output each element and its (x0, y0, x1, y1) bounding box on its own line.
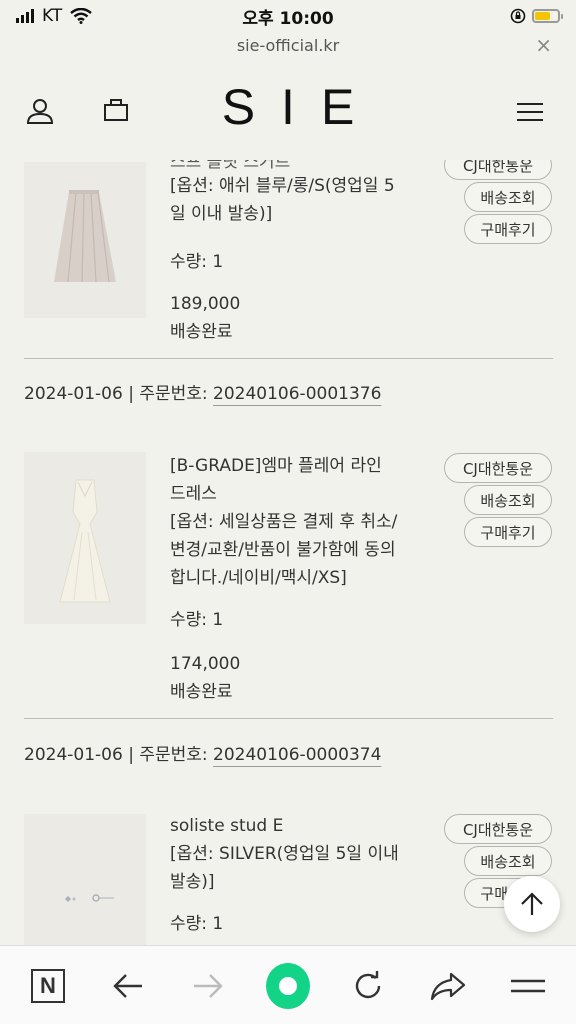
product-price: 189,000 (170, 294, 241, 314)
divider (24, 718, 553, 719)
product-info: soliste stud E [옵션: SILVER(영업일 5일 이내 발송)… (170, 812, 415, 938)
clock: 오후 10:00 (242, 8, 334, 29)
order-date: 2024-01-06 (24, 384, 123, 404)
product-quantity: 수량: 1 (170, 610, 224, 630)
delivery-status: 배송완료 (170, 322, 233, 342)
order-item: 스프 플릿 스커트 [옵션: 애쉬 블루/롱/S(영업일 5 일 이내 발송)]… (0, 160, 576, 360)
order-date: 2024-01-06 (24, 745, 123, 765)
order-number-link[interactable]: 20240106-0000374 (213, 745, 381, 765)
product-option-line: 변경/교환/반품이 불가함에 동의 (170, 540, 396, 560)
order-number-label: | 주문번호: (122, 384, 214, 404)
order-list[interactable]: 스프 플릿 스커트 [옵션: 애쉬 블루/롱/S(영업일 5 일 이내 발송)]… (0, 160, 576, 945)
delivery-status: 배송완료 (170, 682, 233, 702)
carrier-label: KT (42, 6, 63, 26)
status-right (510, 8, 563, 24)
track-delivery-button[interactable]: 배송조회 (464, 485, 552, 515)
share-arrow-icon (430, 972, 466, 1001)
back-button[interactable] (106, 964, 150, 1008)
arrow-right-icon (194, 974, 223, 998)
naver-n-icon: N (31, 969, 65, 1003)
order-number-label: | 주문번호: (122, 745, 214, 765)
courier-button[interactable]: CJ대한통운 (444, 814, 552, 844)
refresh-button[interactable] (346, 964, 390, 1008)
order-item: [B-GRADE]엠마 플레어 라인 드레스 [옵션: 세일상품은 결제 후 취… (0, 450, 576, 720)
product-info: [B-GRADE]엠마 플레어 라인 드레스 [옵션: 세일상품은 결제 후 취… (170, 452, 415, 706)
product-quantity: 수량: 1 (170, 252, 224, 272)
product-option-line: [옵션: 세일상품은 결제 후 취소/ (170, 512, 398, 532)
browser-toolbar: N (0, 945, 576, 1024)
site-header: SIE (0, 60, 576, 160)
green-dot-icon (266, 963, 310, 1009)
product-option-line: 발송)] (170, 872, 215, 892)
product-price: 174,000 (170, 654, 241, 674)
courier-button[interactable]: CJ대한통운 (444, 160, 552, 180)
track-delivery-button[interactable]: 배송조회 (464, 846, 552, 876)
divider (24, 358, 553, 359)
earring-image (24, 814, 146, 945)
product-option-line: [옵션: 애쉬 블루/롱/S(영업일 5 (170, 176, 395, 196)
rotation-lock-icon (510, 8, 526, 24)
product-title[interactable]: 스프 플릿 스커트 (170, 160, 415, 172)
share-button[interactable] (426, 964, 470, 1008)
product-thumbnail[interactable] (24, 162, 146, 318)
product-option-line: 합니다./네이비/맥시/XS] (170, 568, 347, 588)
track-delivery-button[interactable]: 배송조회 (464, 182, 552, 212)
skirt-image (24, 162, 146, 318)
wifi-icon (70, 8, 92, 24)
product-quantity: 수량: 1 (170, 914, 224, 934)
dress-image (24, 452, 146, 624)
order-item: soliste stud E [옵션: SILVER(영업일 5일 이내 발송)… (0, 812, 576, 945)
arrow-up-icon (521, 892, 543, 915)
arrow-left-icon (113, 974, 142, 998)
forward-button[interactable] (186, 964, 230, 1008)
url-text[interactable]: sie-official.kr (237, 36, 339, 55)
scroll-to-top-button[interactable] (504, 876, 560, 932)
close-icon[interactable]: × (535, 33, 552, 57)
order-header: 2024-01-06 | 주문번호: 20240106-0000374 (24, 740, 381, 765)
url-bar[interactable]: sie-official.kr × (0, 30, 576, 60)
write-review-button[interactable]: 구매후기 (464, 214, 552, 244)
order-header: 2024-01-06 | 주문번호: 20240106-0001376 (24, 379, 381, 404)
site-logo[interactable]: SIE (0, 78, 576, 136)
status-left: KT (16, 6, 92, 26)
product-thumbnail[interactable] (24, 452, 146, 624)
signal-icon (16, 9, 34, 23)
menu-lines-icon (511, 979, 545, 993)
status-bar: KT 오후 10:00 (0, 0, 576, 32)
product-title[interactable]: soliste stud E (170, 812, 415, 840)
write-review-button[interactable]: 구매후기 (464, 517, 552, 547)
hamburger-menu-icon[interactable] (517, 102, 543, 122)
product-title[interactable]: [B-GRADE]엠마 플레어 라인 (170, 452, 415, 480)
product-option-line: [옵션: SILVER(영업일 5일 이내 (170, 844, 399, 864)
battery-icon (532, 9, 563, 23)
courier-button[interactable]: CJ대한통운 (444, 453, 552, 483)
product-info: 스프 플릿 스커트 [옵션: 애쉬 블루/롱/S(영업일 5 일 이내 발송)]… (170, 160, 415, 346)
order-number-link[interactable]: 20240106-0001376 (213, 384, 381, 404)
product-title-line2[interactable]: 드레스 (170, 480, 415, 508)
product-option-line: 일 이내 발송)] (170, 204, 273, 224)
menu-button[interactable] (506, 964, 550, 1008)
product-thumbnail[interactable] (24, 814, 146, 945)
green-dot-button[interactable] (266, 963, 310, 1009)
naver-home-button[interactable]: N (26, 964, 70, 1008)
refresh-icon (355, 971, 381, 999)
